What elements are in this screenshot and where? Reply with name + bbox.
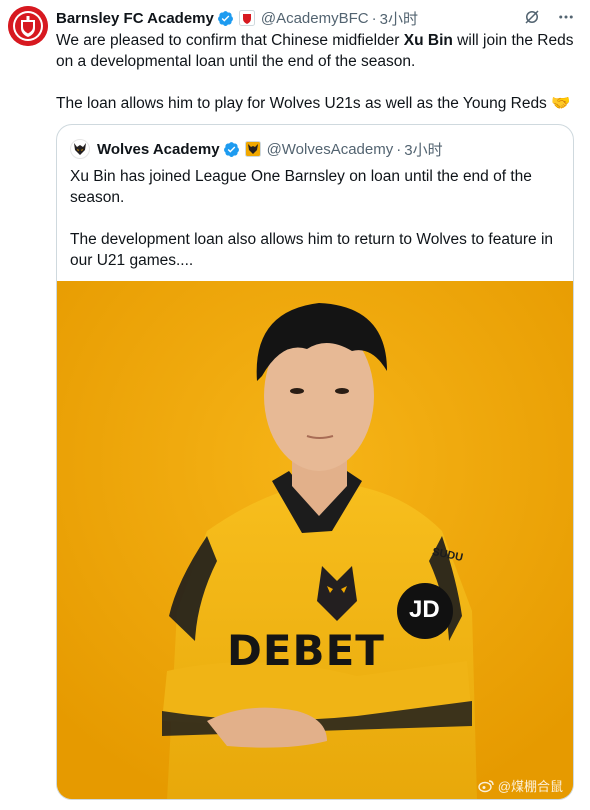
tweet-header: Barnsley FC Academy @AcademyBFC · 3小时	[56, 7, 576, 29]
watermark-text: @煤棚合鼠	[497, 779, 563, 794]
quote-header: Wolves Academy @WolvesAcademy · 3小时	[70, 138, 443, 160]
quoted-tweet[interactable]: Wolves Academy @WolvesAcademy · 3小时 Xu B…	[56, 124, 574, 800]
separator-dot: ·	[396, 140, 402, 158]
tweet-text: We are pleased to confirm that Chinese m…	[56, 30, 576, 114]
quote-text: Xu Bin has joined League One Barnsley on…	[70, 166, 560, 271]
affiliate-badge-icon	[244, 141, 261, 157]
tweet-text-segment: We are pleased to confirm that Chinese m…	[56, 32, 404, 49]
player-photo[interactable]: DEBET SUDU JD @煤棚合鼠	[57, 281, 573, 799]
wolves-crest-icon	[74, 143, 86, 155]
verified-badge-icon	[223, 141, 239, 157]
quote-text-line-3: The development loan also allows him to …	[70, 231, 554, 248]
grok-button[interactable]	[522, 7, 542, 27]
more-button[interactable]	[556, 7, 576, 27]
more-dots-icon	[559, 15, 573, 19]
tweet-text-line-2: on a developmental loan until the end of…	[56, 53, 416, 70]
tweet-text-line-1: We are pleased to confirm that Chinese m…	[56, 30, 576, 51]
separator-dot: ·	[371, 9, 377, 27]
quote-author-name[interactable]: Wolves Academy	[97, 141, 220, 158]
quote-timestamp[interactable]: 3小时	[404, 139, 442, 160]
tweet-text-segment: will join the Reds	[452, 32, 574, 49]
quote-text-line-2: season.	[70, 189, 125, 206]
watermark: @煤棚合鼠	[478, 776, 563, 795]
grok-icon	[525, 10, 539, 24]
tweet: Barnsley FC Academy @AcademyBFC · 3小时 We…	[0, 0, 590, 810]
quote-text-line-4: our U21 games....	[70, 252, 194, 269]
tweet-text-line-3: The loan allows him to play for Wolves U…	[56, 95, 571, 112]
barnsley-crest-icon	[8, 6, 48, 46]
verified-badge-icon	[217, 10, 233, 26]
tweet-text-bold: Xu Bin	[403, 32, 453, 49]
barnsley-avatar[interactable]	[8, 6, 48, 46]
sleeve-badge-text: JD	[409, 596, 440, 623]
shirt-sponsor-text: DEBET	[227, 626, 385, 675]
affiliate-badge-icon	[238, 10, 255, 26]
wolves-avatar[interactable]	[70, 139, 90, 159]
weibo-icon	[478, 779, 494, 792]
player-photo-illustration	[57, 281, 573, 799]
timestamp[interactable]: 3小时	[380, 8, 418, 29]
author-handle[interactable]: @AcademyBFC	[261, 10, 369, 27]
quote-author-handle[interactable]: @WolvesAcademy	[267, 141, 394, 158]
author-name[interactable]: Barnsley FC Academy	[56, 10, 214, 27]
header-actions	[522, 7, 576, 27]
quote-text-line-1: Xu Bin has joined League One Barnsley on…	[70, 168, 532, 185]
